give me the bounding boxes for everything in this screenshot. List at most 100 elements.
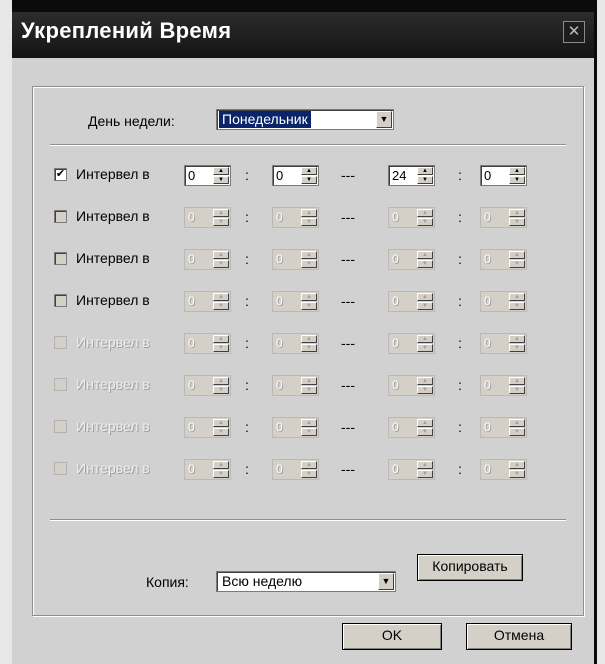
spin-up-icon[interactable]: ▲ — [509, 167, 525, 175]
interval-checkbox[interactable] — [54, 420, 67, 433]
spin-down-icon[interactable]: ▼ — [509, 260, 525, 268]
spin-down-icon[interactable]: ▼ — [213, 260, 229, 268]
start-hour-spinner[interactable]: 0 ▲ ▼ — [184, 165, 231, 186]
spin-up-icon[interactable]: ▲ — [509, 419, 525, 427]
spin-down-icon[interactable]: ▼ — [213, 470, 229, 478]
interval-checkbox[interactable] — [54, 294, 67, 307]
end-minute-spinner[interactable]: 0 ▲ ▼ — [480, 417, 527, 438]
spin-down-icon[interactable]: ▼ — [509, 218, 525, 226]
spin-up-icon[interactable]: ▲ — [301, 251, 317, 259]
spin-down-icon[interactable]: ▼ — [213, 176, 229, 184]
interval-checkbox[interactable] — [54, 252, 67, 265]
spin-up-icon[interactable]: ▲ — [509, 293, 525, 301]
start-minute-spinner[interactable]: 0 ▲ ▼ — [272, 207, 319, 228]
spin-down-icon[interactable]: ▼ — [301, 386, 317, 394]
spin-up-icon[interactable]: ▲ — [213, 293, 229, 301]
start-hour-spinner[interactable]: 0 ▲ ▼ — [184, 375, 231, 396]
end-hour-spinner[interactable]: 0 ▲ ▼ — [388, 333, 435, 354]
start-hour-spinner[interactable]: 0 ▲ ▼ — [184, 333, 231, 354]
spin-up-icon[interactable]: ▲ — [509, 251, 525, 259]
spin-down-icon[interactable]: ▼ — [301, 344, 317, 352]
spin-down-icon[interactable]: ▼ — [301, 260, 317, 268]
spin-down-icon[interactable]: ▼ — [509, 386, 525, 394]
start-hour-spinner[interactable]: 0 ▲ ▼ — [184, 291, 231, 312]
interval-checkbox[interactable]: ✔ — [54, 168, 67, 181]
end-minute-spinner[interactable]: 0 ▲ ▼ — [480, 291, 527, 312]
chevron-down-icon[interactable]: ▼ — [378, 573, 394, 590]
spin-down-icon[interactable]: ▼ — [417, 344, 433, 352]
spin-up-icon[interactable]: ▲ — [509, 377, 525, 385]
start-minute-spinner[interactable]: 0 ▲ ▼ — [272, 249, 319, 270]
start-minute-spinner[interactable]: 0 ▲ ▼ — [272, 165, 319, 186]
spin-up-icon[interactable]: ▲ — [301, 419, 317, 427]
chevron-down-icon[interactable]: ▼ — [376, 111, 392, 128]
interval-checkbox[interactable] — [54, 336, 67, 349]
spin-down-icon[interactable]: ▼ — [417, 470, 433, 478]
start-hour-spinner[interactable]: 0 ▲ ▼ — [184, 207, 231, 228]
spin-down-icon[interactable]: ▼ — [213, 344, 229, 352]
spin-down-icon[interactable]: ▼ — [509, 470, 525, 478]
end-hour-spinner[interactable]: 0 ▲ ▼ — [388, 291, 435, 312]
spin-down-icon[interactable]: ▼ — [509, 176, 525, 184]
spin-down-icon[interactable]: ▼ — [417, 218, 433, 226]
copy-button[interactable]: Копировать — [417, 554, 523, 581]
start-minute-spinner[interactable]: 0 ▲ ▼ — [272, 375, 319, 396]
cancel-button[interactable]: Отмена — [466, 623, 572, 650]
spin-up-icon[interactable]: ▲ — [417, 293, 433, 301]
end-minute-spinner[interactable]: 0 ▲ ▼ — [480, 165, 527, 186]
close-button[interactable]: ✕ — [563, 21, 585, 43]
spin-up-icon[interactable]: ▲ — [213, 251, 229, 259]
end-hour-spinner[interactable]: 24 ▲ ▼ — [388, 165, 435, 186]
end-hour-spinner[interactable]: 0 ▲ ▼ — [388, 417, 435, 438]
start-hour-spinner[interactable]: 0 ▲ ▼ — [184, 417, 231, 438]
interval-checkbox[interactable] — [54, 462, 67, 475]
spin-up-icon[interactable]: ▲ — [301, 209, 317, 217]
end-hour-spinner[interactable]: 0 ▲ ▼ — [388, 459, 435, 480]
spin-up-icon[interactable]: ▲ — [213, 167, 229, 175]
spin-up-icon[interactable]: ▲ — [213, 209, 229, 217]
spin-down-icon[interactable]: ▼ — [213, 386, 229, 394]
end-minute-spinner[interactable]: 0 ▲ ▼ — [480, 207, 527, 228]
start-minute-spinner[interactable]: 0 ▲ ▼ — [272, 459, 319, 480]
spin-up-icon[interactable]: ▲ — [417, 167, 433, 175]
spin-down-icon[interactable]: ▼ — [301, 470, 317, 478]
spin-up-icon[interactable]: ▲ — [417, 335, 433, 343]
start-minute-spinner[interactable]: 0 ▲ ▼ — [272, 417, 319, 438]
spin-up-icon[interactable]: ▲ — [417, 461, 433, 469]
day-of-week-select[interactable]: Понедельник ▼ — [216, 109, 394, 130]
spin-down-icon[interactable]: ▼ — [417, 260, 433, 268]
end-minute-spinner[interactable]: 0 ▲ ▼ — [480, 459, 527, 480]
spin-up-icon[interactable]: ▲ — [213, 335, 229, 343]
spin-down-icon[interactable]: ▼ — [417, 302, 433, 310]
spin-down-icon[interactable]: ▼ — [417, 386, 433, 394]
spin-down-icon[interactable]: ▼ — [213, 218, 229, 226]
end-minute-spinner[interactable]: 0 ▲ ▼ — [480, 375, 527, 396]
start-minute-spinner[interactable]: 0 ▲ ▼ — [272, 291, 319, 312]
spin-down-icon[interactable]: ▼ — [417, 428, 433, 436]
spin-down-icon[interactable]: ▼ — [213, 302, 229, 310]
spin-up-icon[interactable]: ▲ — [301, 335, 317, 343]
end-hour-spinner[interactable]: 0 ▲ ▼ — [388, 207, 435, 228]
spin-down-icon[interactable]: ▼ — [417, 176, 433, 184]
spin-up-icon[interactable]: ▲ — [509, 461, 525, 469]
spin-up-icon[interactable]: ▲ — [301, 461, 317, 469]
interval-checkbox[interactable] — [54, 378, 67, 391]
start-hour-spinner[interactable]: 0 ▲ ▼ — [184, 459, 231, 480]
end-minute-spinner[interactable]: 0 ▲ ▼ — [480, 333, 527, 354]
spin-down-icon[interactable]: ▼ — [213, 428, 229, 436]
spin-down-icon[interactable]: ▼ — [301, 428, 317, 436]
end-minute-spinner[interactable]: 0 ▲ ▼ — [480, 249, 527, 270]
title-bar[interactable]: Укреплений Время ✕ — [12, 12, 594, 58]
spin-up-icon[interactable]: ▲ — [213, 461, 229, 469]
spin-up-icon[interactable]: ▲ — [213, 377, 229, 385]
spin-down-icon[interactable]: ▼ — [509, 428, 525, 436]
spin-up-icon[interactable]: ▲ — [301, 167, 317, 175]
spin-up-icon[interactable]: ▲ — [509, 209, 525, 217]
copy-target-select[interactable]: Всю неделю ▼ — [216, 571, 396, 592]
start-hour-spinner[interactable]: 0 ▲ ▼ — [184, 249, 231, 270]
spin-up-icon[interactable]: ▲ — [417, 209, 433, 217]
spin-down-icon[interactable]: ▼ — [301, 302, 317, 310]
spin-down-icon[interactable]: ▼ — [301, 176, 317, 184]
end-hour-spinner[interactable]: 0 ▲ ▼ — [388, 249, 435, 270]
spin-up-icon[interactable]: ▲ — [213, 419, 229, 427]
